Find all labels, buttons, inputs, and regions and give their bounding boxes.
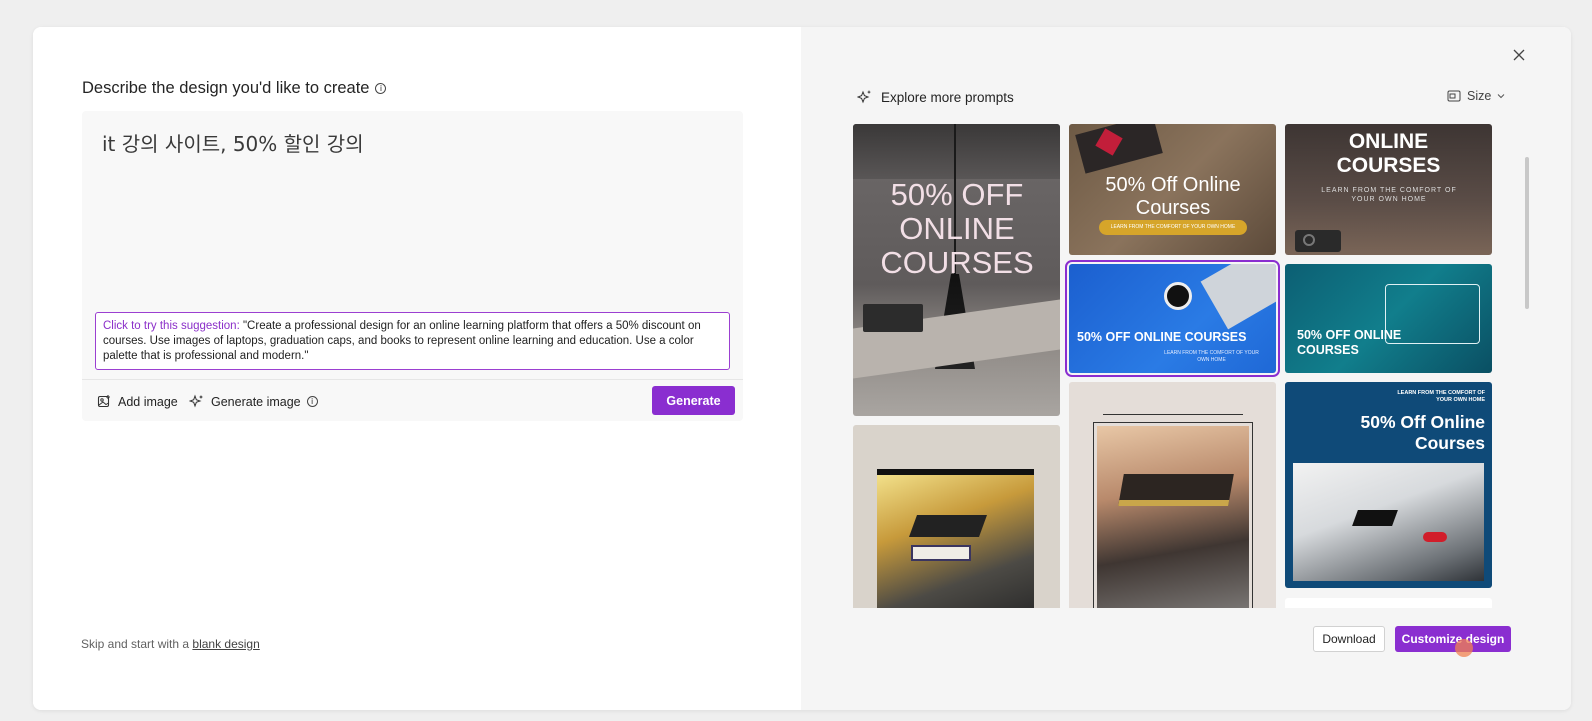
generate-image-button[interactable]: Generate image i [189, 394, 318, 409]
frame-line [1103, 414, 1243, 415]
explore-prompts-label: Explore more prompts [881, 89, 1014, 105]
generate-button[interactable]: Generate [652, 386, 735, 415]
card-1-title: 50% OFF ONLINE COURSES [880, 177, 1034, 280]
template-card-1[interactable]: 50% OFF ONLINE COURSES [853, 124, 1060, 416]
eraser-shape [863, 304, 923, 332]
grad-cap-icon [1118, 474, 1234, 506]
card-background [853, 124, 1060, 179]
card-5-title: 50% OFF ONLINE COURSES [1297, 328, 1402, 357]
add-image-button[interactable]: Add image [97, 394, 178, 409]
laptop-shape [1075, 124, 1163, 174]
divider [82, 379, 743, 380]
book-shape [911, 545, 971, 561]
grad-cap-icon [908, 515, 988, 537]
gallery-scrollbar[interactable] [1525, 157, 1529, 309]
card-photo [877, 469, 1034, 608]
card-4-title: 50% OFF ONLINE COURSES [1077, 330, 1247, 344]
skip-text: Skip and start with a blank design [81, 637, 260, 651]
title-text: Describe the design you'd like to create [82, 79, 370, 97]
resize-icon [1447, 90, 1461, 102]
prompt-input[interactable]: it 강의 사이트, 50% 할인 강의 [102, 128, 364, 157]
dialog-title: Describe the design you'd like to create… [82, 79, 387, 98]
grad-cap-icon [1352, 510, 1398, 526]
card-2-subtitle: LEARN FROM THE COMFORT OF YOUR OWN HOME [1099, 220, 1247, 235]
info-icon[interactable]: i [306, 396, 318, 407]
template-card-9[interactable] [1285, 598, 1492, 608]
template-card-7[interactable] [1069, 382, 1276, 608]
prompt-panel: Describe the design you'd like to create… [33, 27, 801, 710]
generate-image-label: Generate image [211, 394, 301, 409]
suggestion-lead: Click to try this suggestion: [103, 320, 240, 332]
sparkle-icon [189, 394, 203, 408]
card-4-subtitle: LEARN FROM THE COMFORT OF YOUR OWN HOME [1164, 350, 1259, 363]
laptop-shape [1200, 264, 1276, 330]
lens-icon [1303, 234, 1315, 246]
template-card-5[interactable]: 50% OFF ONLINE COURSES [1285, 264, 1492, 373]
blank-design-link[interactable]: blank design [192, 637, 259, 651]
add-image-label: Add image [118, 394, 178, 409]
prompt-input-area[interactable]: it 강의 사이트, 50% 할인 강의 Click to try this s… [82, 111, 743, 421]
template-card-6[interactable] [853, 425, 1060, 608]
info-icon[interactable]: i [375, 83, 387, 94]
template-card-3[interactable]: ONLINE COURSES LEARN FROM THE COMFORT OF… [1285, 124, 1492, 255]
skip-prefix: Skip and start with a [81, 637, 193, 651]
card-3-subtitle: LEARN FROM THE COMFORT OF YOUR OWN HOME [1321, 187, 1457, 203]
size-label: Size [1467, 89, 1492, 103]
chevron-down-icon [1497, 94, 1505, 99]
card-3-title: ONLINE COURSES [1336, 130, 1441, 177]
download-button[interactable]: Download [1313, 626, 1385, 652]
customize-design-button[interactable]: Customize design [1395, 626, 1511, 652]
tassel-red-icon [1423, 532, 1447, 542]
template-gallery: 50% OFF ONLINE COURSES 50% Off Online Co… [853, 124, 1503, 608]
template-card-2[interactable]: 50% Off Online Courses LEARN FROM THE CO… [1069, 124, 1276, 255]
card-8-title: 50% Off Online Courses [1360, 412, 1485, 453]
card-photo [1097, 426, 1249, 608]
create-design-dialog: Describe the design you'd like to create… [33, 27, 1571, 710]
size-dropdown[interactable]: Size [1447, 89, 1505, 103]
template-card-4[interactable]: 50% OFF ONLINE COURSES LEARN FROM THE CO… [1065, 260, 1280, 377]
templates-panel: Explore more prompts Size 50% OFF ONLINE… [801, 27, 1571, 710]
image-add-icon [97, 395, 110, 408]
template-card-8[interactable]: LEARN FROM THE COMFORT OF YOUR OWN HOME … [1285, 382, 1492, 588]
camera-shape [1295, 230, 1341, 252]
card-8-subtitle: LEARN FROM THE COMFORT OF YOUR OWN HOME [1397, 390, 1485, 403]
mouse-cursor-indicator [1455, 639, 1473, 657]
suggestion-box[interactable]: Click to try this suggestion: "Create a … [95, 312, 730, 370]
coffee-cup-icon [1164, 282, 1192, 310]
sparkle-icon [857, 90, 871, 104]
card-2-title: 50% Off Online Courses [1105, 174, 1241, 219]
close-icon[interactable] [1511, 47, 1527, 63]
explore-prompts-button[interactable]: Explore more prompts [857, 89, 1014, 105]
